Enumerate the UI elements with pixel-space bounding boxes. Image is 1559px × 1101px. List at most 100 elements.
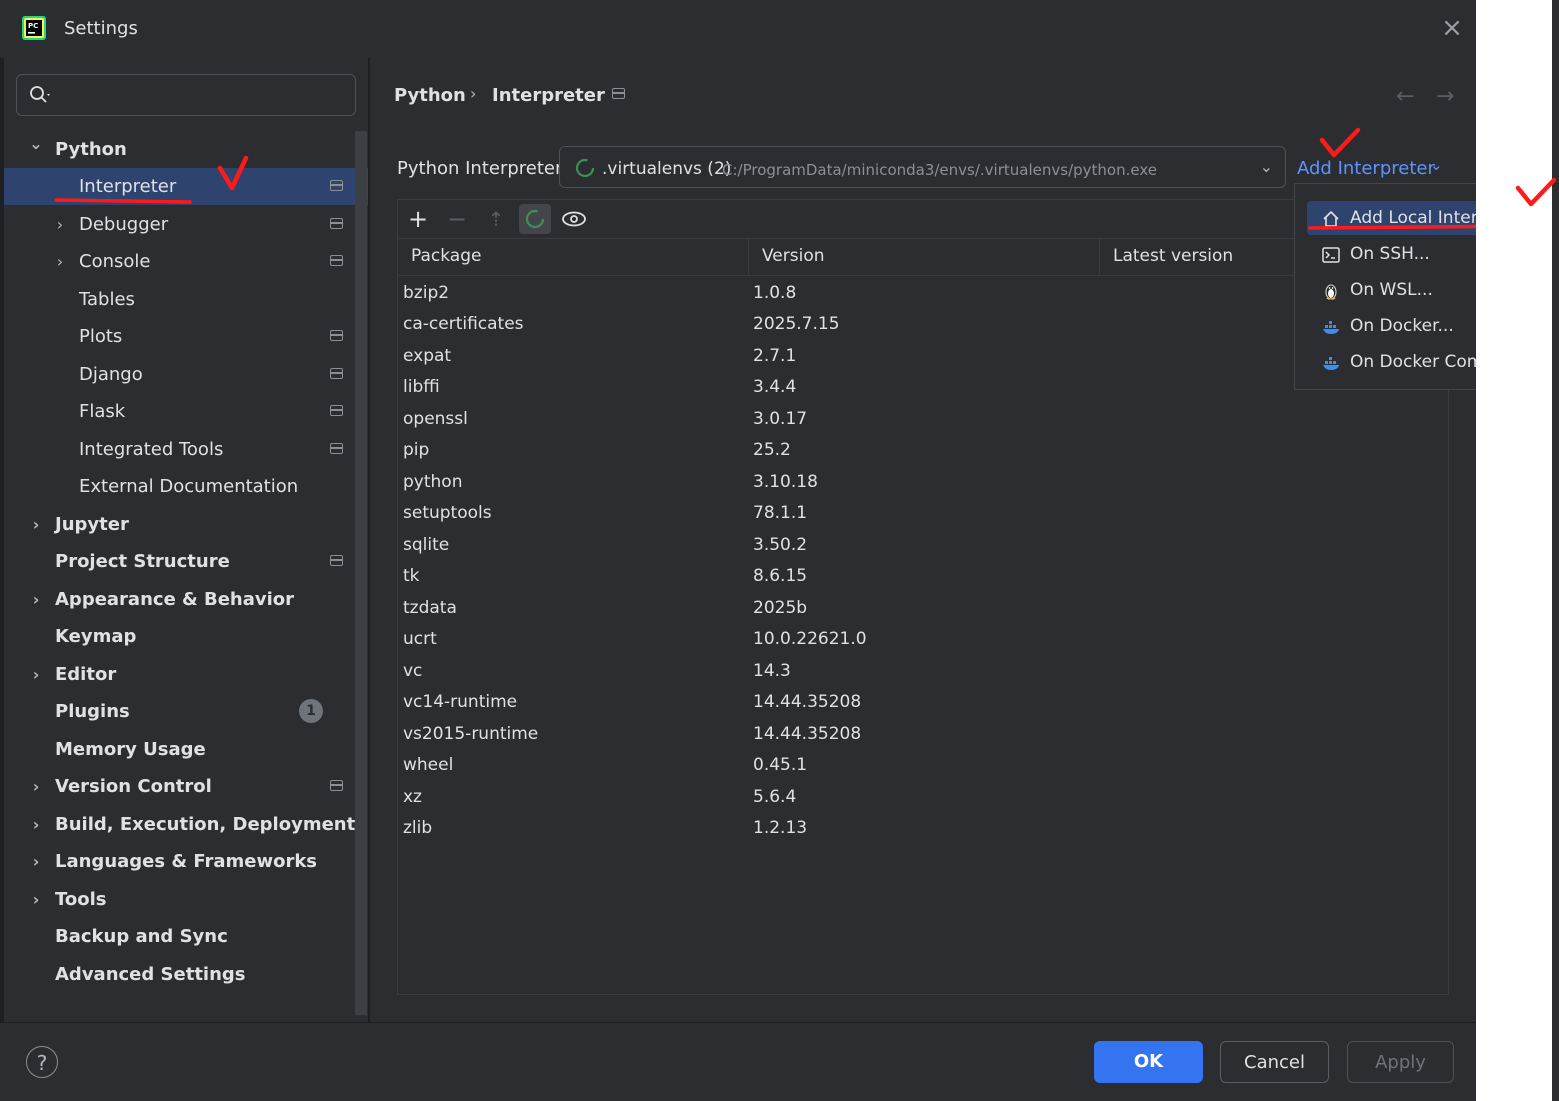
table-row[interactable]: tk 8.6.15 <box>398 561 1448 592</box>
update-count-badge: 1 <box>299 699 323 723</box>
table-row[interactable]: python 3.10.18 <box>398 467 1448 498</box>
column-header-package[interactable]: Package <box>398 238 749 275</box>
chevron-right-icon[interactable]: › <box>28 881 44 918</box>
table-row[interactable]: ca-certificates 2025.7.15 <box>398 309 1448 340</box>
refresh-icon[interactable] <box>519 204 551 234</box>
search-input[interactable] <box>16 74 356 116</box>
sidebar-item-languages-frameworks[interactable]: › Languages & Frameworks <box>4 843 354 880</box>
upgrade-package-icon[interactable]: ⇡ <box>480 204 512 234</box>
chevron-down-icon: ⌄ <box>1259 157 1273 176</box>
cancel-button[interactable]: Cancel <box>1220 1041 1329 1083</box>
home-icon <box>1323 211 1339 227</box>
sidebar-item-build-execution-deployment[interactable]: › Build, Execution, Deployment <box>4 806 356 843</box>
sidebar-item-django[interactable]: Django <box>4 356 354 393</box>
sidebar-item-label: Build, Execution, Deployment <box>55 814 356 835</box>
menu-item-on-ssh[interactable]: On SSH... <box>1307 237 1476 271</box>
sidebar-item-keymap[interactable]: Keymap <box>4 618 354 655</box>
table-row[interactable]: vc 14.3 <box>398 656 1448 687</box>
sidebar-item-editor[interactable]: › Editor <box>4 656 354 693</box>
sidebar-item-label: Memory Usage <box>55 739 206 760</box>
sidebar-item-label: Editor <box>55 664 117 685</box>
add-interpreter-menu: Add Local Interpreter... On SSH... On WSL.… <box>1294 183 1476 390</box>
table-row[interactable]: vc14-runtime 14.44.35208 <box>398 687 1448 718</box>
chevron-right-icon[interactable]: › <box>52 206 68 243</box>
terminal-icon <box>1322 247 1340 263</box>
sidebar-item-label: Version Control <box>55 776 212 797</box>
interpreter-select[interactable]: .virtualenvs (2) C:/ProgramData/minicond… <box>559 146 1286 188</box>
sidebar-item-memory-usage[interactable]: Memory Usage <box>4 731 354 768</box>
menu-item-on-docker[interactable]: On Docker... <box>1307 309 1476 343</box>
menu-item-label: Add Local Interpreter... <box>1350 208 1476 228</box>
chevron-down-icon[interactable]: ⌄ <box>28 125 44 162</box>
eye-icon[interactable] <box>558 204 590 234</box>
table-row[interactable]: libffi 3.4.4 <box>398 372 1448 403</box>
table-row[interactable]: bzip2 1.0.8 <box>398 278 1448 309</box>
table-row[interactable]: openssl 3.0.17 <box>398 404 1448 435</box>
sidebar-item-tools[interactable]: › Tools <box>4 881 354 918</box>
table-row[interactable]: zlib 1.2.13 <box>398 813 1448 844</box>
sidebar-item-python[interactable]: ⌄ Python <box>4 131 354 168</box>
forward-arrow-icon[interactable]: → <box>1436 84 1454 109</box>
column-header-version[interactable]: Version <box>749 238 1100 275</box>
menu-item-on-docker-compose[interactable]: On Docker Compose... <box>1307 345 1476 379</box>
ok-button[interactable]: OK <box>1094 1041 1203 1083</box>
remove-package-icon[interactable]: − <box>441 204 473 234</box>
sidebar-scrollbar[interactable] <box>355 131 367 1015</box>
table-row[interactable]: expat 2.7.1 <box>398 341 1448 372</box>
sidebar-item-tables[interactable]: Tables <box>4 281 354 318</box>
sidebar-item-appearance-behavior[interactable]: › Appearance & Behavior <box>4 581 354 618</box>
sidebar-item-debugger[interactable]: › Debugger <box>4 206 354 243</box>
table-row[interactable]: sqlite 3.50.2 <box>398 530 1448 561</box>
sidebar-item-advanced-settings[interactable]: Advanced Settings <box>4 956 354 993</box>
package-name: ucrt <box>403 629 437 649</box>
project-scope-icon <box>330 555 343 566</box>
sidebar-item-plots[interactable]: Plots <box>4 318 354 355</box>
table-row[interactable]: xz 5.6.4 <box>398 782 1448 813</box>
table-row[interactable]: wheel 0.45.1 <box>398 750 1448 781</box>
package-name: python <box>403 472 463 492</box>
add-package-icon[interactable]: + <box>402 204 434 234</box>
interpreter-path: C:/ProgramData/miniconda3/envs/.virtuale… <box>722 161 1157 179</box>
help-icon[interactable]: ? <box>26 1046 58 1078</box>
sidebar-item-label: Appearance & Behavior <box>55 589 295 610</box>
table-row[interactable]: setuptools 78.1.1 <box>398 498 1448 529</box>
add-interpreter-link[interactable]: Add Interpreter <box>1297 158 1435 179</box>
breadcrumb-parent[interactable]: Python <box>394 85 466 106</box>
sidebar-item-console[interactable]: › Console <box>4 243 354 280</box>
title-bar: PC Settings × <box>0 0 1476 58</box>
back-arrow-icon[interactable]: ← <box>1396 84 1414 109</box>
menu-item-label: On Docker Compose... <box>1350 352 1476 372</box>
package-version: 14.44.35208 <box>753 692 862 712</box>
table-row[interactable]: ucrt 10.0.22621.0 <box>398 624 1448 655</box>
sidebar-item-label: Languages & Frameworks <box>55 851 318 872</box>
package-name: wheel <box>403 755 454 775</box>
sidebar-item-backup-and-sync[interactable]: Backup and Sync <box>4 918 354 955</box>
package-name: openssl <box>403 409 468 429</box>
chevron-right-icon[interactable]: › <box>28 806 44 843</box>
sidebar-item-label: Project Structure <box>55 551 230 572</box>
sidebar-item-plugins[interactable]: Plugins 1 <box>4 693 354 730</box>
package-name: pip <box>403 440 430 460</box>
sidebar-item-jupyter[interactable]: › Jupyter <box>4 506 354 543</box>
sidebar-item-interpreter[interactable]: Interpreter <box>4 168 368 205</box>
table-row[interactable]: vs2015-runtime 14.44.35208 <box>398 719 1448 750</box>
sidebar-item-external-documentation[interactable]: External Documentation <box>4 468 354 505</box>
chevron-right-icon[interactable]: › <box>28 506 44 543</box>
close-icon[interactable]: × <box>1440 15 1464 41</box>
table-row[interactable]: pip 25.2 <box>398 435 1448 466</box>
pycharm-logo-icon: PC <box>22 16 46 40</box>
apply-button[interactable]: Apply <box>1347 1041 1454 1083</box>
chevron-down-icon[interactable]: ⌄ <box>1430 156 1443 174</box>
table-row[interactable]: tzdata 2025b <box>398 593 1448 624</box>
chevron-right-icon[interactable]: › <box>28 656 44 693</box>
menu-item-on-wsl[interactable]: On WSL... <box>1307 273 1476 307</box>
menu-item-add-local-interpreter[interactable]: Add Local Interpreter... <box>1307 201 1476 235</box>
sidebar-item-integrated-tools[interactable]: Integrated Tools <box>4 431 354 468</box>
chevron-right-icon[interactable]: › <box>52 243 68 280</box>
chevron-right-icon[interactable]: › <box>28 843 44 880</box>
sidebar-item-flask[interactable]: Flask <box>4 393 354 430</box>
sidebar-item-version-control[interactable]: › Version Control <box>4 768 354 805</box>
sidebar-item-project-structure[interactable]: Project Structure <box>4 543 354 580</box>
chevron-right-icon[interactable]: › <box>28 768 44 805</box>
chevron-right-icon[interactable]: › <box>28 581 44 618</box>
